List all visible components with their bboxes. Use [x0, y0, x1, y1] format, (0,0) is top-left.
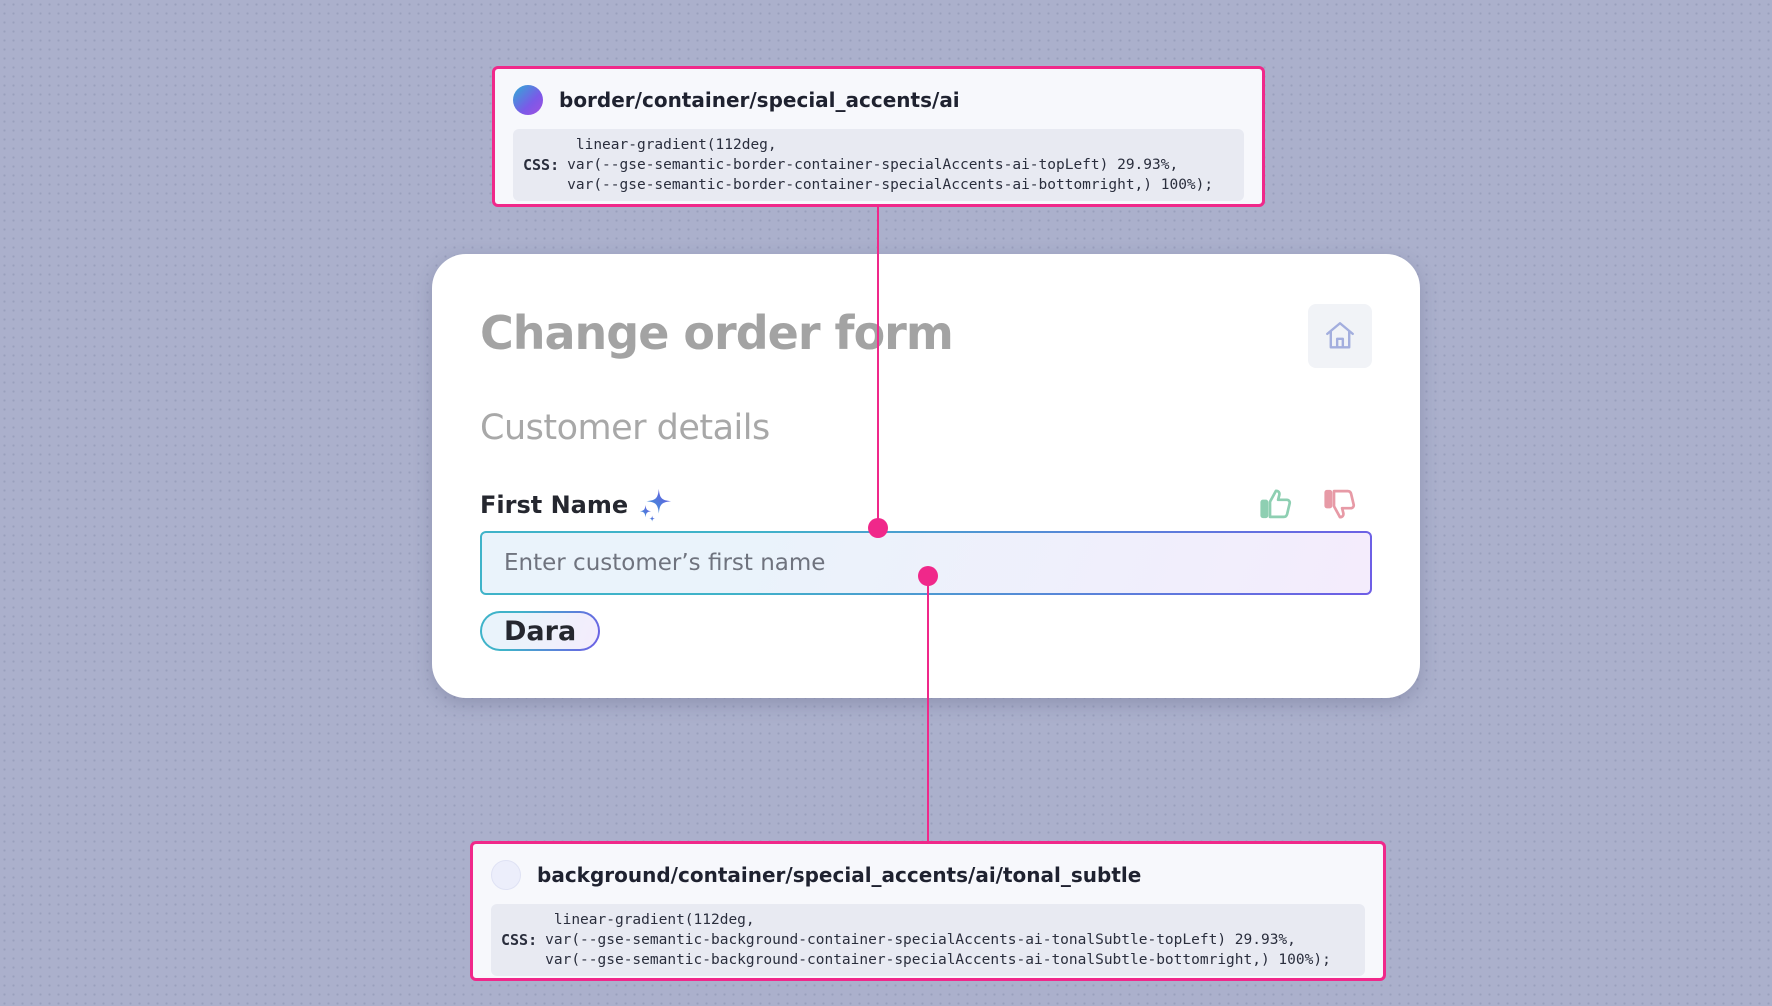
- gradient-swatch-icon: [513, 85, 543, 115]
- css-snippet: CSS: linear-gradient(112deg, var(--gse-s…: [491, 904, 1365, 976]
- border-token-connector-line: [877, 207, 879, 527]
- css-code: linear-gradient(112deg, var(--gse-semant…: [567, 137, 1214, 193]
- border-token-connector-dot: [868, 518, 888, 538]
- thumbs-up-icon: [1260, 489, 1292, 519]
- css-label: CSS:: [501, 931, 538, 949]
- thumbs-down-icon: [1324, 489, 1356, 519]
- change-order-form-card: Change order form Customer details First…: [432, 254, 1420, 698]
- background-token-connector-line: [927, 576, 929, 842]
- background-token-connector-dot: [918, 566, 938, 586]
- token-header: background/container/special_accents/ai/…: [491, 858, 1365, 892]
- thumbs-down-button[interactable]: [1320, 484, 1360, 524]
- token-name: border/container/special_accents/ai: [559, 88, 960, 112]
- page-title: Change order form: [480, 306, 954, 360]
- thumbs-up-button[interactable]: [1256, 484, 1296, 524]
- border-token-annotation: border/container/special_accents/ai CSS:…: [492, 66, 1265, 207]
- sparkle-icon: [636, 486, 674, 524]
- home-button[interactable]: [1308, 304, 1372, 368]
- token-header: border/container/special_accents/ai: [513, 83, 1244, 117]
- css-label: CSS:: [523, 156, 560, 174]
- background-token-annotation: background/container/special_accents/ai/…: [470, 841, 1386, 981]
- first-name-label: First Name: [480, 491, 629, 519]
- home-icon: [1326, 322, 1354, 349]
- tonal-swatch-icon: [491, 860, 521, 890]
- css-snippet: CSS: linear-gradient(112deg, var(--gse-s…: [513, 129, 1244, 201]
- feedback-buttons: [1256, 484, 1360, 524]
- ai-suggestion-chip[interactable]: Dara: [480, 611, 600, 651]
- token-name: background/container/special_accents/ai/…: [537, 863, 1142, 887]
- section-heading: Customer details: [480, 408, 770, 448]
- css-code: linear-gradient(112deg, var(--gse-semant…: [545, 912, 1331, 968]
- first-name-label-row: First Name: [480, 486, 674, 524]
